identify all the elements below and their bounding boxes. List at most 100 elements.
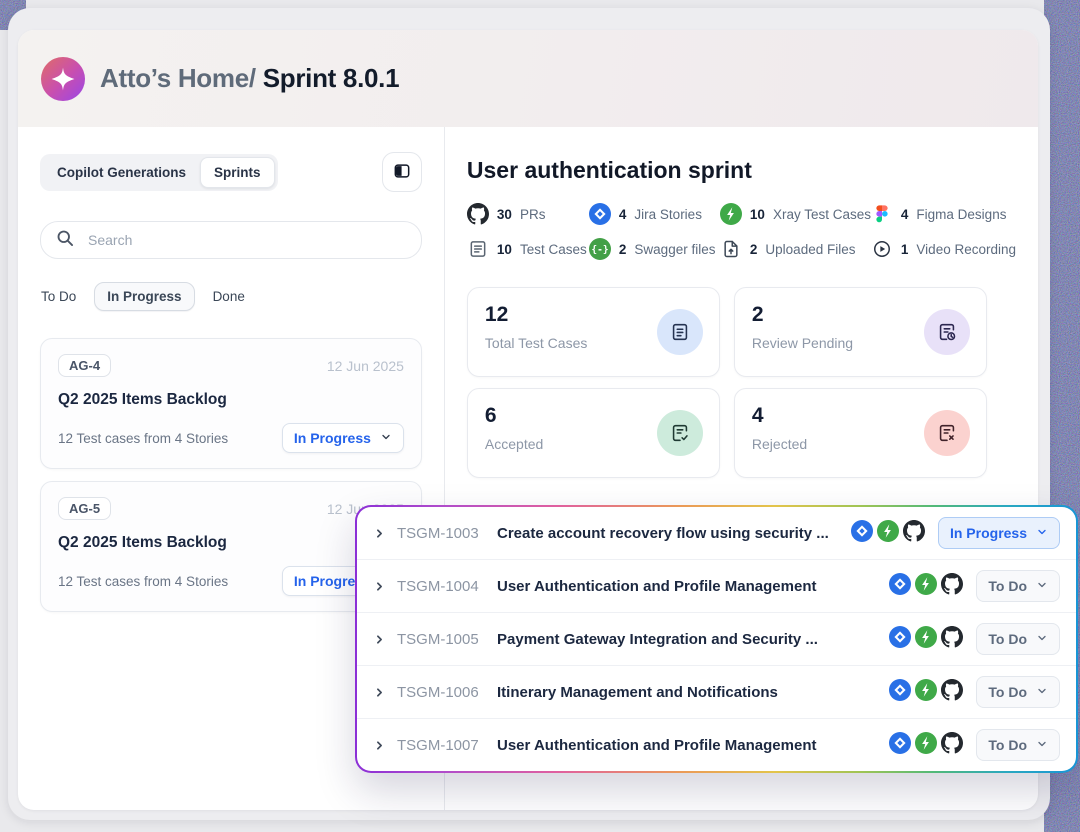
status-filter-chip[interactable]: In Progress xyxy=(94,282,194,311)
test-case-status-label: To Do xyxy=(988,684,1027,700)
stat-count: 4 xyxy=(619,207,627,222)
sprint-stat: 30 PRs xyxy=(467,203,589,225)
test-case-id: TSGM-1006 xyxy=(397,684,489,701)
status-filter-chip[interactable]: To Do xyxy=(40,282,77,311)
stat-label: Jira Stories xyxy=(634,207,702,222)
test-case-title: User Authentication and Profile Manageme… xyxy=(497,578,876,595)
chevron-down-icon xyxy=(1036,684,1048,700)
app-header: Atto’s Home/ Sprint 8.0.1 xyxy=(18,30,1038,127)
search-icon xyxy=(55,228,75,253)
jira-icon xyxy=(589,203,611,225)
sprint-card-subtitle: 12 Test cases from 4 Stories xyxy=(58,431,228,446)
sprint-status-label: In Progress xyxy=(294,430,371,446)
test-case-title: Payment Gateway Integration and Security… xyxy=(497,631,876,648)
search-bar[interactable] xyxy=(40,221,422,259)
doc-lines-icon xyxy=(657,309,703,355)
sprint-title: User authentication sprint xyxy=(467,157,1016,184)
sprint-stat: {-} 2 Swagger files xyxy=(589,238,720,260)
test-case-row[interactable]: TSGM-1006 Itinerary Management and Notif… xyxy=(357,666,1076,719)
test-case-status-dropdown[interactable]: To Do xyxy=(976,676,1060,708)
jira-icon xyxy=(889,573,911,600)
test-case-list-overlay: TSGM-1003 Create account recovery flow u… xyxy=(355,505,1078,773)
sprint-stat: 10 Xray Test Cases xyxy=(720,203,871,225)
sprint-status-dropdown[interactable]: In Progress xyxy=(282,423,404,453)
sprint-stats: 30 PRs 4 Jira Stories xyxy=(467,203,1016,260)
test-case-list: TSGM-1003 Create account recovery flow u… xyxy=(357,507,1076,771)
stat-label: PRs xyxy=(520,207,546,222)
collapse-panel-button[interactable] xyxy=(382,152,422,192)
breadcrumb-current-sprint: Sprint 8.0.1 xyxy=(256,63,399,93)
test-case-status-label: To Do xyxy=(988,737,1027,753)
test-case-row[interactable]: TSGM-1004 User Authentication and Profil… xyxy=(357,560,1076,613)
jira-icon xyxy=(889,679,911,706)
status-filters: To Do In Progress Done xyxy=(40,282,422,311)
search-input[interactable] xyxy=(86,231,407,249)
uploaded-file-icon xyxy=(720,238,742,260)
atto-logo-icon xyxy=(41,57,85,101)
test-case-status-dropdown[interactable]: To Do xyxy=(976,623,1060,655)
test-case-title: User Authentication and Profile Manageme… xyxy=(497,737,876,754)
xray-icon xyxy=(877,520,899,547)
test-case-id: TSGM-1003 xyxy=(397,525,489,542)
stat-label: Video Recording xyxy=(916,242,1016,257)
jira-icon xyxy=(889,626,911,653)
github-icon xyxy=(941,626,963,653)
status-filter-chip[interactable]: Done xyxy=(212,282,246,311)
sprint-id-badge: AG-4 xyxy=(58,354,111,377)
test-case-id: TSGM-1007 xyxy=(397,737,489,754)
jira-icon xyxy=(889,732,911,759)
chevron-down-icon xyxy=(1036,525,1048,541)
stat-count: 4 xyxy=(901,207,909,222)
test-case-status-label: In Progress xyxy=(950,525,1027,541)
chevron-right-icon[interactable] xyxy=(372,686,386,699)
sprint-stat: 4 Jira Stories xyxy=(589,203,720,225)
doc-x-icon xyxy=(924,410,970,456)
summary-card: 6 Accepted xyxy=(467,388,720,478)
chevron-right-icon[interactable] xyxy=(372,527,386,540)
xray-icon xyxy=(915,573,937,600)
view-switcher: Copilot Generations Sprints xyxy=(40,154,278,191)
test-case-status-dropdown[interactable]: In Progress xyxy=(938,517,1060,549)
stat-label: Test Cases xyxy=(520,242,587,257)
test-case-row[interactable]: TSGM-1005 Payment Gateway Integration an… xyxy=(357,613,1076,666)
test-case-row[interactable]: TSGM-1003 Create account recovery flow u… xyxy=(357,507,1076,560)
test-case-title: Itinerary Management and Notifications xyxy=(497,684,876,701)
test-case-id: TSGM-1004 xyxy=(397,578,489,595)
sprint-date: 12 Jun 2025 xyxy=(327,358,404,374)
test-case-id: TSGM-1005 xyxy=(397,631,489,648)
stat-label: Uploaded Files xyxy=(765,242,855,257)
stat-count: 10 xyxy=(750,207,765,222)
test-case-title: Create account recovery flow using secur… xyxy=(497,525,838,542)
chevron-down-icon xyxy=(1036,631,1048,647)
figma-icon xyxy=(871,203,893,225)
chevron-right-icon[interactable] xyxy=(372,633,386,646)
sprint-card-subtitle: 12 Test cases from 4 Stories xyxy=(58,574,228,589)
xray-icon xyxy=(915,626,937,653)
sprint-stat: 10 Test Cases xyxy=(467,238,589,260)
sprint-card[interactable]: AG-4 12 Jun 2025 Q2 2025 Items Backlog 1… xyxy=(40,338,422,469)
doc-clock-icon xyxy=(924,309,970,355)
view-switcher-tab[interactable]: Copilot Generations xyxy=(43,157,200,188)
test-case-status-dropdown[interactable]: To Do xyxy=(976,729,1060,761)
video-icon xyxy=(871,238,893,260)
stat-count: 2 xyxy=(619,242,627,257)
sprint-stat: 1 Video Recording xyxy=(871,238,1016,260)
page-title: Atto’s Home/ Sprint 8.0.1 xyxy=(100,63,399,94)
chevron-right-icon[interactable] xyxy=(372,580,386,593)
stat-count: 30 xyxy=(497,207,512,222)
github-icon xyxy=(467,203,489,225)
test-case-source-icons xyxy=(889,573,963,600)
test-case-status-dropdown[interactable]: To Do xyxy=(976,570,1060,602)
jira-icon xyxy=(851,520,873,547)
github-icon xyxy=(903,520,925,547)
test-case-status-label: To Do xyxy=(988,578,1027,594)
chevron-down-icon xyxy=(380,430,392,446)
test-case-row[interactable]: TSGM-1007 User Authentication and Profil… xyxy=(357,719,1076,771)
test-case-source-icons xyxy=(889,732,963,759)
panel-toggle-icon xyxy=(392,161,412,184)
github-icon xyxy=(941,679,963,706)
sprint-card-title: Q2 2025 Items Backlog xyxy=(58,534,404,552)
view-switcher-tab[interactable]: Sprints xyxy=(200,157,275,188)
chevron-right-icon[interactable] xyxy=(372,739,386,752)
github-icon xyxy=(941,732,963,759)
